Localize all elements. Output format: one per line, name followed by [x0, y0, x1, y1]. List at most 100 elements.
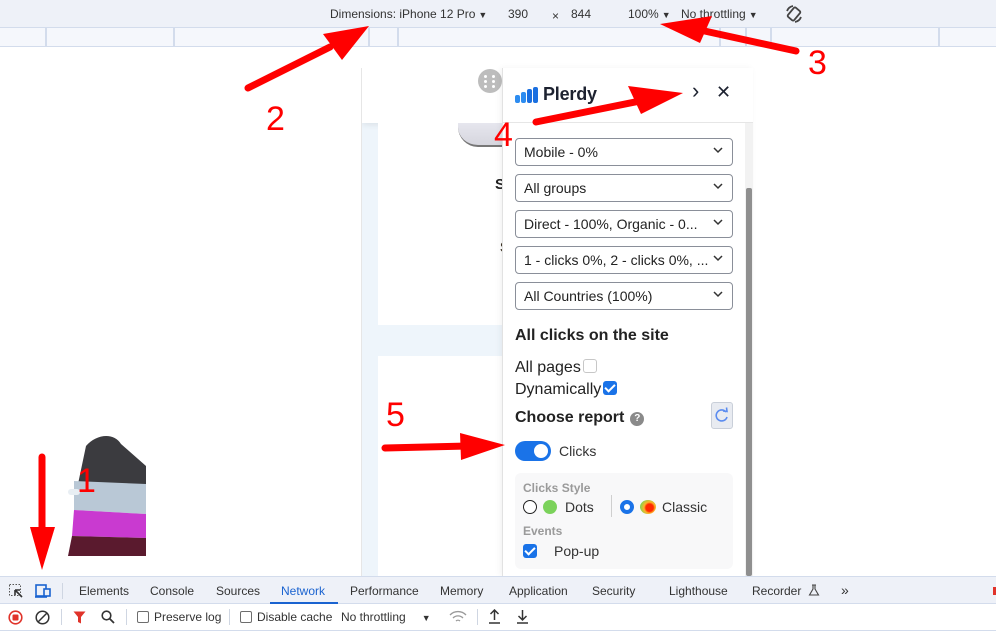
tab-sources[interactable]: Sources	[216, 584, 260, 598]
tab-network[interactable]: Network	[281, 584, 325, 598]
width-input[interactable]: 390	[508, 7, 528, 21]
drag-handle-icon[interactable]	[478, 69, 502, 93]
network-throttling-select[interactable]: No throttling ▼	[341, 610, 431, 624]
tab-recorder[interactable]: Recorder	[752, 584, 820, 598]
panel-header: Plerdy › ✕	[503, 68, 753, 123]
rotate-icon[interactable]	[784, 4, 804, 24]
traffic-source-select[interactable]: Direct - 100%, Organic - 0...	[515, 210, 733, 238]
ruler-tick[interactable]	[719, 28, 721, 47]
dynamically-checkbox[interactable]	[603, 381, 618, 395]
all-pages-checkbox[interactable]	[582, 359, 597, 373]
expand-chevron-icon[interactable]: ›	[692, 78, 699, 104]
ruler-tick[interactable]	[938, 28, 940, 47]
select-value: 1 - clicks 0%, 2 - clicks 0%, ...	[524, 252, 709, 268]
tab-elements[interactable]: Elements	[79, 584, 129, 598]
device-filter-select[interactable]: Mobile - 0%	[515, 138, 733, 166]
caret-down-icon: ▼	[661, 10, 671, 20]
network-toolbar: Preserve log Disable cache No throttling…	[0, 604, 996, 631]
green-dot-icon	[543, 500, 557, 514]
screen: Dimensions: iPhone 12 Pro ▼ 390 × 844 100…	[0, 0, 996, 631]
clear-icon[interactable]	[35, 610, 50, 625]
ruler-tick[interactable]	[745, 28, 747, 47]
tab-memory[interactable]: Memory	[440, 584, 483, 598]
classic-radio[interactable]	[620, 500, 634, 514]
network-conditions-icon[interactable]	[449, 610, 467, 624]
product-card[interactable]: S S	[378, 123, 520, 325]
all-pages-label: All pages	[515, 359, 581, 376]
refresh-button[interactable]	[711, 402, 733, 429]
annotation-label-5: 5	[386, 396, 405, 434]
help-icon[interactable]: ?	[630, 412, 645, 426]
clicks-style-title: Clicks Style	[523, 481, 591, 495]
chevron-down-icon	[713, 147, 723, 154]
annotation-label-2: 2	[266, 100, 285, 138]
device-name: Dimensions: iPhone 12 Pro	[330, 7, 476, 21]
select-value: Mobile - 0%	[524, 144, 598, 160]
height-input[interactable]: 844	[571, 7, 591, 21]
checkbox-box	[137, 611, 149, 623]
device-toolbar-toggle-icon[interactable]	[35, 583, 52, 599]
divider	[61, 609, 62, 625]
device-dimensions-select[interactable]: Dimensions: iPhone 12 Pro ▼	[330, 7, 487, 21]
inspect-element-icon[interactable]	[8, 583, 24, 599]
clicks-toggle[interactable]	[515, 441, 551, 461]
plerdy-logo-text: Plerdy	[543, 84, 597, 104]
preserve-log-checkbox[interactable]: Preserve log	[137, 610, 221, 624]
click-count-select[interactable]: 1 - clicks 0%, 2 - clicks 0%, ...	[515, 246, 733, 274]
annotation-label-1: 1	[77, 462, 96, 500]
scrollbar-thumb[interactable]	[746, 188, 752, 576]
plerdy-logo-icon	[515, 86, 538, 103]
choose-report-label: Choose report	[515, 409, 625, 426]
zoom-select[interactable]: 100% ▼	[628, 7, 671, 21]
throttling-select[interactable]: No throttling ▼	[681, 7, 758, 21]
tab-performance[interactable]: Performance	[350, 584, 419, 598]
close-icon[interactable]: ✕	[716, 82, 731, 103]
caret-down-icon: ▼	[748, 10, 758, 20]
export-har-icon[interactable]	[516, 609, 529, 624]
popup-label: Pop-up	[554, 543, 600, 559]
choose-report-row: Choose report?	[515, 409, 645, 427]
country-filter-select[interactable]: All Countries (100%)	[515, 282, 733, 310]
classic-label: Classic	[662, 499, 708, 515]
dynamically-row: Dynamically	[515, 381, 618, 399]
recorder-label: Recorder	[752, 584, 802, 598]
ruler-tick[interactable]	[770, 28, 772, 47]
events-title: Events	[523, 524, 563, 538]
select-value: All groups	[524, 180, 587, 196]
divider	[477, 609, 478, 625]
tab-console[interactable]: Console	[150, 584, 194, 598]
ruler-tick[interactable]	[368, 28, 370, 47]
dots-radio[interactable]	[523, 500, 537, 514]
tab-application[interactable]: Application	[509, 584, 568, 598]
chevron-down-icon	[713, 255, 723, 262]
ruler-tick[interactable]	[173, 28, 175, 47]
ruler-tick[interactable]	[397, 28, 399, 47]
flask-icon	[808, 584, 820, 596]
refresh-icon	[715, 407, 728, 422]
preserve-log-label: Preserve log	[154, 610, 222, 624]
divider	[126, 609, 127, 625]
divider	[229, 609, 230, 625]
search-icon[interactable]	[101, 610, 115, 624]
devtools-tabbar: Elements Console Sources Network Perform…	[0, 576, 996, 604]
tab-security[interactable]: Security	[592, 584, 635, 598]
select-value: All Countries (100%)	[524, 288, 653, 304]
dynamically-label: Dynamically	[515, 381, 602, 398]
plerdy-logo: Plerdy	[515, 84, 597, 105]
tab-lighthouse[interactable]: Lighthouse	[669, 584, 728, 598]
section-title: All clicks on the site	[515, 327, 669, 344]
import-har-icon[interactable]	[488, 609, 501, 624]
product-card[interactable]	[378, 356, 503, 576]
annotation-label-4: 4	[494, 116, 513, 154]
disable-cache-checkbox[interactable]: Disable cache	[240, 610, 332, 624]
record-stop-icon[interactable]	[8, 610, 23, 625]
ruler-tick[interactable]	[45, 28, 47, 47]
divider	[611, 495, 612, 517]
more-tabs-icon[interactable]: »	[841, 582, 849, 598]
media-query-ruler	[0, 28, 996, 47]
throttling-value: No throttling	[681, 7, 746, 21]
checkbox-box	[240, 611, 252, 623]
group-filter-select[interactable]: All groups	[515, 174, 733, 202]
filter-icon[interactable]	[73, 611, 86, 624]
popup-checkbox[interactable]	[523, 544, 537, 558]
